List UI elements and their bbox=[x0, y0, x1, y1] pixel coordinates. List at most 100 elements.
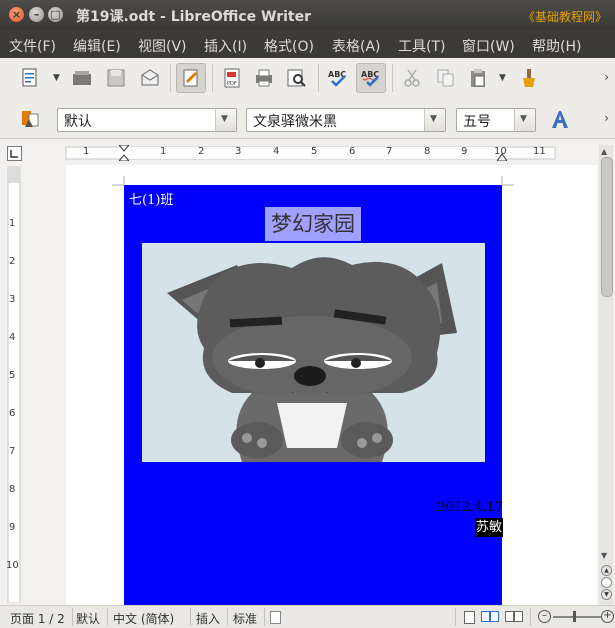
zoom-slider[interactable] bbox=[553, 616, 601, 618]
minimize-window-button[interactable]: – bbox=[29, 7, 44, 22]
vruler-tick: 7 bbox=[9, 446, 16, 457]
menu-help[interactable]: 帮助(H) bbox=[532, 36, 581, 56]
font-name-value: 文泉驿微米黑 bbox=[253, 114, 337, 130]
tab-stop-selector[interactable] bbox=[7, 146, 22, 161]
font-size-dropdown-icon[interactable]: ▼ bbox=[514, 109, 535, 131]
zoom-slider-handle[interactable] bbox=[573, 611, 576, 622]
toolbar-overflow-icon[interactable]: › bbox=[604, 70, 609, 84]
hruler-tick: 8 bbox=[424, 146, 431, 157]
formatting-toolbar: 默认 ▼ 文泉驿微米黑 ▼ 五号 ▼ › bbox=[0, 100, 615, 139]
font-name-combo[interactable]: 文泉驿微米黑 ▼ bbox=[246, 108, 446, 132]
watermark-text: 《基础教程网》 bbox=[522, 10, 607, 24]
hruler-tick: 4 bbox=[273, 146, 280, 157]
vertical-scrollbar[interactable]: ▲ ▼ ▲ ▼ bbox=[599, 145, 613, 605]
status-bar: 页面 1 / 2 默认 中文 (简体) 插入 标准 – + bbox=[0, 605, 615, 628]
font-size-value: 五号 bbox=[463, 114, 491, 130]
next-page-icon[interactable]: ▼ bbox=[601, 589, 612, 600]
scroll-down-icon[interactable]: ▼ bbox=[601, 551, 607, 560]
font-name-dropdown-icon[interactable]: ▼ bbox=[424, 109, 445, 131]
menu-view[interactable]: 视图(V) bbox=[138, 36, 187, 56]
navigator-icon[interactable] bbox=[601, 577, 612, 588]
previous-page-icon[interactable]: ▲ bbox=[601, 565, 612, 576]
font-size-combo[interactable]: 五号 ▼ bbox=[456, 108, 536, 132]
status-page-style[interactable]: 默认 bbox=[76, 610, 100, 627]
clone-formatting-icon[interactable] bbox=[514, 64, 542, 92]
menu-format[interactable]: 格式(O) bbox=[264, 36, 314, 56]
document-modified-icon[interactable] bbox=[270, 611, 281, 624]
vruler-tick: 3 bbox=[9, 294, 16, 305]
vruler-tick: 5 bbox=[9, 370, 16, 381]
close-window-button[interactable]: × bbox=[9, 7, 24, 22]
hruler-tick: 2 bbox=[198, 146, 205, 157]
zoom-in-icon[interactable]: + bbox=[601, 610, 614, 623]
zoom-out-icon[interactable]: – bbox=[538, 610, 551, 623]
wolf-cartoon-image[interactable] bbox=[142, 243, 485, 462]
export-pdf-icon[interactable]: PDF bbox=[218, 64, 246, 92]
paste-icon[interactable] bbox=[464, 64, 492, 92]
vruler-tick: 8 bbox=[9, 484, 16, 495]
hruler-tick: 9 bbox=[461, 146, 468, 157]
paragraph-style-dropdown-icon[interactable]: ▼ bbox=[215, 109, 236, 131]
document-author: 苏敏 bbox=[475, 518, 504, 537]
email-icon[interactable] bbox=[136, 64, 164, 92]
spelling-icon[interactable]: ABC bbox=[324, 64, 352, 92]
horizontal-ruler[interactable]: 1 1 2 3 4 5 6 7 8 9 10 11 bbox=[28, 144, 598, 162]
hruler-tick: 1 bbox=[83, 146, 90, 157]
hruler-tick: 10 bbox=[494, 146, 507, 157]
vruler-tick: 10 bbox=[6, 560, 19, 571]
standard-toolbar: ▼ PDF ABC ABC ▼ › bbox=[0, 58, 615, 101]
hruler-tick: 7 bbox=[386, 146, 393, 157]
styles-formatting-icon[interactable] bbox=[16, 105, 44, 133]
maximize-window-button[interactable]: □ bbox=[48, 7, 63, 22]
hruler-tick: 11 bbox=[533, 146, 546, 157]
vruler-tick: 2 bbox=[9, 256, 16, 267]
copy-icon[interactable] bbox=[432, 64, 460, 92]
cut-icon[interactable] bbox=[398, 64, 426, 92]
hruler-tick: 1 bbox=[160, 146, 167, 157]
menu-bar: 文件(F) 编辑(E) 视图(V) 插入(I) 格式(O) 表格(A) 工具(T… bbox=[0, 30, 615, 58]
scroll-up-icon[interactable]: ▲ bbox=[601, 147, 607, 156]
edit-mode-icon[interactable] bbox=[176, 63, 206, 93]
print-icon[interactable] bbox=[250, 64, 278, 92]
save-icon[interactable] bbox=[102, 64, 130, 92]
paste-dropdown-icon[interactable]: ▼ bbox=[499, 73, 506, 83]
book-view-icon[interactable] bbox=[505, 611, 523, 622]
status-page[interactable]: 页面 1 / 2 bbox=[10, 610, 65, 627]
vruler-tick: 9 bbox=[9, 522, 16, 533]
print-preview-icon[interactable] bbox=[282, 64, 310, 92]
menu-table[interactable]: 表格(A) bbox=[332, 36, 381, 56]
vruler-tick: 1 bbox=[9, 218, 16, 229]
new-document-dropdown-icon[interactable]: ▼ bbox=[53, 73, 60, 83]
hruler-tick: 5 bbox=[311, 146, 318, 157]
hruler-tick: 3 bbox=[235, 146, 242, 157]
menu-tools[interactable]: 工具(T) bbox=[398, 36, 445, 56]
window-title: 第19课.odt - LibreOffice Writer bbox=[76, 9, 312, 25]
menu-file[interactable]: 文件(F) bbox=[9, 36, 56, 56]
formatting-overflow-icon[interactable]: › bbox=[604, 111, 609, 125]
vruler-tick: 4 bbox=[9, 332, 16, 343]
paragraph-style-combo[interactable]: 默认 ▼ bbox=[57, 108, 237, 132]
multi-page-view-icon[interactable] bbox=[481, 611, 499, 622]
title-bar: × – □ 第19课.odt - LibreOffice Writer 《基础教… bbox=[0, 0, 615, 30]
status-language[interactable]: 中文 (简体) bbox=[113, 610, 174, 627]
paragraph-style-value: 默认 bbox=[64, 114, 92, 130]
single-page-view-icon[interactable] bbox=[464, 611, 475, 624]
status-insert-mode[interactable]: 插入 bbox=[196, 610, 220, 627]
menu-edit[interactable]: 编辑(E) bbox=[73, 36, 121, 56]
document-heading[interactable]: 梦幻家园 bbox=[265, 207, 361, 241]
fontwork-icon[interactable] bbox=[545, 105, 573, 133]
vertical-ruler[interactable]: 1 2 3 4 5 6 7 8 9 10 bbox=[6, 161, 22, 603]
document-date: 2012.4.17 bbox=[437, 500, 504, 515]
vruler-tick: 6 bbox=[9, 408, 16, 419]
scrollbar-thumb[interactable] bbox=[601, 157, 613, 297]
class-label: 七(1)班 bbox=[129, 193, 174, 208]
status-selection-mode[interactable]: 标准 bbox=[233, 610, 257, 627]
ruler-first-line-indent-marker[interactable] bbox=[117, 144, 131, 162]
svg-text:PDF: PDF bbox=[227, 81, 237, 87]
menu-insert[interactable]: 插入(I) bbox=[204, 36, 247, 56]
new-document-icon[interactable] bbox=[16, 64, 44, 92]
auto-spellcheck-icon[interactable]: ABC bbox=[356, 63, 386, 93]
open-icon[interactable] bbox=[68, 64, 96, 92]
menu-window[interactable]: 窗口(W) bbox=[462, 36, 515, 56]
hruler-tick: 6 bbox=[349, 146, 356, 157]
